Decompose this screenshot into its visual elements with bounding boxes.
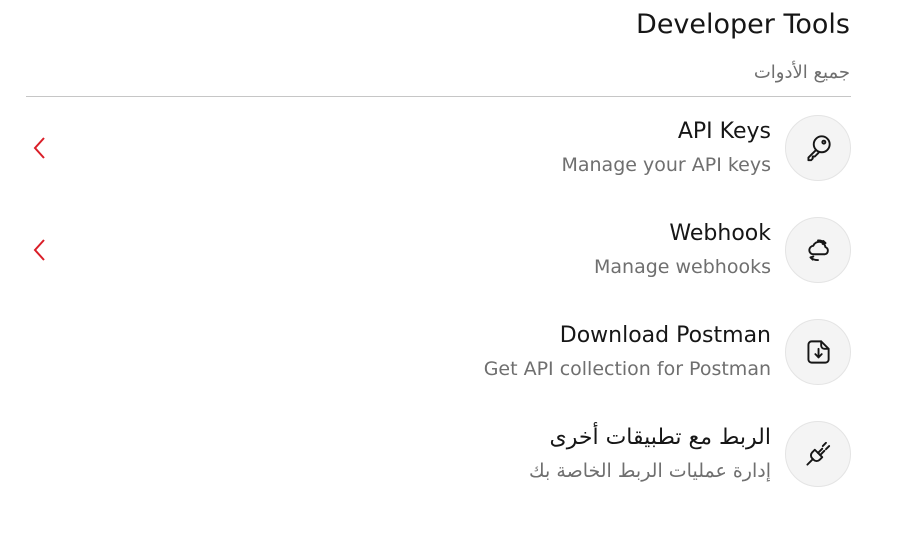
page-subtitle: جميع الأدوات [753, 62, 850, 83]
tool-item-api-keys[interactable]: API Keys Manage your API keys [26, 115, 851, 195]
chevron-left-icon [33, 239, 45, 261]
tool-item-integrations[interactable]: الربط مع تطبيقات أخرى إدارة عمليات الربط… [26, 421, 851, 501]
chevron-left-icon [33, 137, 45, 159]
webhook-icon [785, 217, 851, 283]
tool-description: Manage your API keys [561, 154, 771, 176]
tool-description: Manage webhooks [594, 256, 771, 278]
plug-icon [785, 421, 851, 487]
tool-label: الربط مع تطبيقات أخرى [549, 425, 772, 450]
header-divider [26, 96, 851, 97]
tool-label: API Keys [677, 119, 771, 144]
tool-description: Get API collection for Postman [483, 358, 771, 380]
tool-item-download-postman[interactable]: Download Postman Get API collection for … [26, 319, 851, 399]
tool-item-webhook[interactable]: Webhook Manage webhooks [26, 217, 851, 297]
tool-label: Webhook [669, 221, 771, 246]
tool-label: Download Postman [559, 323, 771, 348]
download-file-icon [785, 319, 851, 385]
key-icon [785, 115, 851, 181]
tool-description: إدارة عمليات الربط الخاصة بك [529, 460, 771, 482]
page-title: Developer Tools [636, 9, 850, 40]
